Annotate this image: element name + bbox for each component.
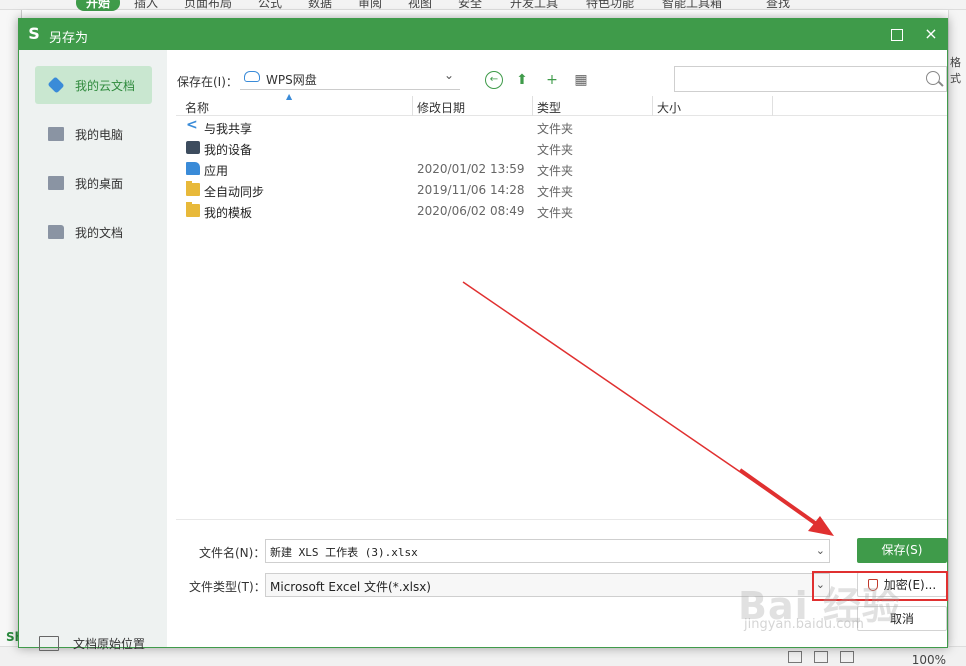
- folder-icon: [186, 202, 200, 217]
- file-date: 2019/11/06 14:28: [417, 183, 525, 197]
- dialog-titlebar[interactable]: S 另存为 ×: [19, 19, 947, 50]
- sidebar-item-cloud-docs[interactable]: 我的云文档: [35, 66, 152, 104]
- filename-field[interactable]: 新建 XLS 工作表 (3).xlsx ⌄: [265, 539, 830, 563]
- close-icon[interactable]: ×: [919, 23, 943, 45]
- chevron-down-icon: ⌄: [443, 68, 454, 82]
- computer-icon: [48, 127, 64, 141]
- file-list-header: 名称 ▲ 修改日期 类型 大小: [176, 92, 947, 116]
- file-type: 文件夹: [537, 206, 574, 220]
- cloud-doc-icon: [47, 76, 65, 94]
- normal-view-icon[interactable]: [788, 651, 802, 663]
- side-panel-label: 格式: [950, 56, 961, 85]
- cancel-button-label: 取消: [889, 612, 914, 626]
- dialog-title: 另存为: [49, 31, 89, 46]
- encrypt-button[interactable]: 加密(E)...: [857, 572, 947, 597]
- filetype-select[interactable]: Microsoft Excel 文件(*.xlsx) ⌄: [265, 573, 830, 597]
- list-item[interactable]: 应用 2020/01/02 13:59 文件夹: [176, 159, 947, 180]
- chevron-down-icon[interactable]: ⌄: [816, 544, 825, 557]
- list-item[interactable]: 全自动同步 2019/11/06 14:28 文件夹: [176, 180, 947, 201]
- maximize-icon[interactable]: [885, 23, 909, 45]
- column-header-name[interactable]: 名称: [185, 99, 209, 116]
- share-icon: [186, 117, 200, 133]
- search-input[interactable]: [679, 70, 919, 88]
- file-name: 应用: [204, 164, 229, 178]
- file-date: 2020/06/02 08:49: [417, 204, 525, 218]
- device-icon: [186, 141, 200, 154]
- reading-view-icon[interactable]: [840, 651, 854, 663]
- filetype-value: Microsoft Excel 文件(*.xlsx): [270, 580, 431, 594]
- column-header-date[interactable]: 修改日期: [417, 99, 465, 116]
- places-sidebar: 我的云文档 我的电脑 我的桌面 我的文档 文档原始位置: [19, 50, 167, 651]
- encrypt-button-label: 加密(E)...: [883, 578, 937, 592]
- sidebar-item-my-computer[interactable]: 我的电脑: [35, 115, 152, 153]
- file-name: 我的设备: [204, 143, 253, 157]
- filetype-label: 文件类型(T)：: [189, 580, 266, 594]
- file-type: 文件夹: [537, 185, 574, 199]
- column-divider[interactable]: [532, 96, 533, 116]
- sidebar-item-label: 文档原始位置: [73, 637, 146, 651]
- location-dropdown[interactable]: WPS网盘 ⌄: [240, 66, 460, 90]
- save-form: 文件名(N)： 新建 XLS 工作表 (3).xlsx ⌄ 文件类型(T)： M…: [176, 519, 947, 647]
- sidebar-item-my-documents[interactable]: 我的文档: [35, 213, 152, 251]
- sidebar-item-label: 我的云文档: [75, 79, 136, 93]
- wps-logo-icon: S: [28, 24, 40, 43]
- file-name: 我的模板: [204, 206, 253, 220]
- column-divider[interactable]: [652, 96, 653, 116]
- file-type: 文件夹: [537, 143, 574, 157]
- sidebar-item-label: 我的电脑: [75, 128, 124, 142]
- app-icon: [186, 162, 200, 175]
- app-ribbon-tabs: 开始 插入 页面布局 公式 数据 审阅 视图 安全 开发工具 特色功能 智能工具…: [0, 0, 966, 11]
- back-icon[interactable]: ←: [485, 71, 503, 89]
- sort-ascending-icon: ▲: [286, 92, 293, 101]
- sidebar-item-label: 我的桌面: [75, 177, 124, 191]
- sidebar-item-my-desktop[interactable]: 我的桌面: [35, 164, 152, 202]
- location-toolbar: 保存在(I)： WPS网盘 ⌄ ← ⬆ + ▦: [167, 50, 947, 94]
- file-name: 与我共享: [204, 122, 253, 136]
- view-mode-icon[interactable]: ▦: [572, 71, 590, 89]
- file-type: 文件夹: [537, 164, 574, 178]
- sidebar-item-label: 我的文档: [75, 226, 124, 240]
- shield-icon: [867, 579, 878, 591]
- list-item[interactable]: 我的模板 2020/06/02 08:49 文件夹: [176, 201, 947, 222]
- list-item[interactable]: 我的设备 文件夹: [176, 138, 947, 159]
- file-list: 名称 ▲ 修改日期 类型 大小 与我共享 文件夹 我的设备 文件夹 应用 202…: [176, 92, 947, 516]
- new-folder-icon[interactable]: +: [543, 71, 561, 89]
- folder-icon: [48, 225, 64, 239]
- zoom-level[interactable]: 100%: [912, 653, 946, 666]
- file-name: 全自动同步: [204, 185, 265, 199]
- column-divider[interactable]: [412, 96, 413, 116]
- save-button-label: 保存(S): [881, 543, 923, 557]
- folder-outline-icon: [39, 636, 59, 651]
- file-date: 2020/01/02 13:59: [417, 162, 525, 176]
- column-divider[interactable]: [772, 96, 773, 116]
- right-side-panel: 格式: [948, 10, 966, 666]
- chevron-down-icon[interactable]: ⌄: [816, 578, 825, 591]
- search-box: [674, 66, 947, 92]
- location-value: WPS网盘: [266, 73, 317, 87]
- filename-label: 文件名(N)：: [199, 546, 266, 560]
- cloud-icon: [244, 71, 260, 82]
- file-type: 文件夹: [537, 122, 574, 136]
- filename-value: 新建 XLS 工作表 (3).xlsx: [270, 546, 418, 559]
- page-break-view-icon[interactable]: [814, 651, 828, 663]
- save-in-label: 保存在(I)：: [177, 75, 238, 89]
- search-icon[interactable]: [926, 71, 940, 85]
- cancel-button[interactable]: 取消: [857, 606, 947, 631]
- list-item[interactable]: 与我共享 文件夹: [176, 117, 947, 138]
- save-button[interactable]: 保存(S): [857, 538, 947, 563]
- up-folder-icon[interactable]: ⬆: [513, 71, 531, 89]
- folder-icon: [186, 181, 200, 196]
- column-header-type[interactable]: 类型: [537, 99, 561, 116]
- desktop-icon: [48, 176, 64, 190]
- save-as-dialog: S 另存为 × 我的云文档 我的电脑 我的桌面 我的文档 文档原始位置 保存在(…: [18, 18, 948, 651]
- column-header-size[interactable]: 大小: [657, 99, 681, 116]
